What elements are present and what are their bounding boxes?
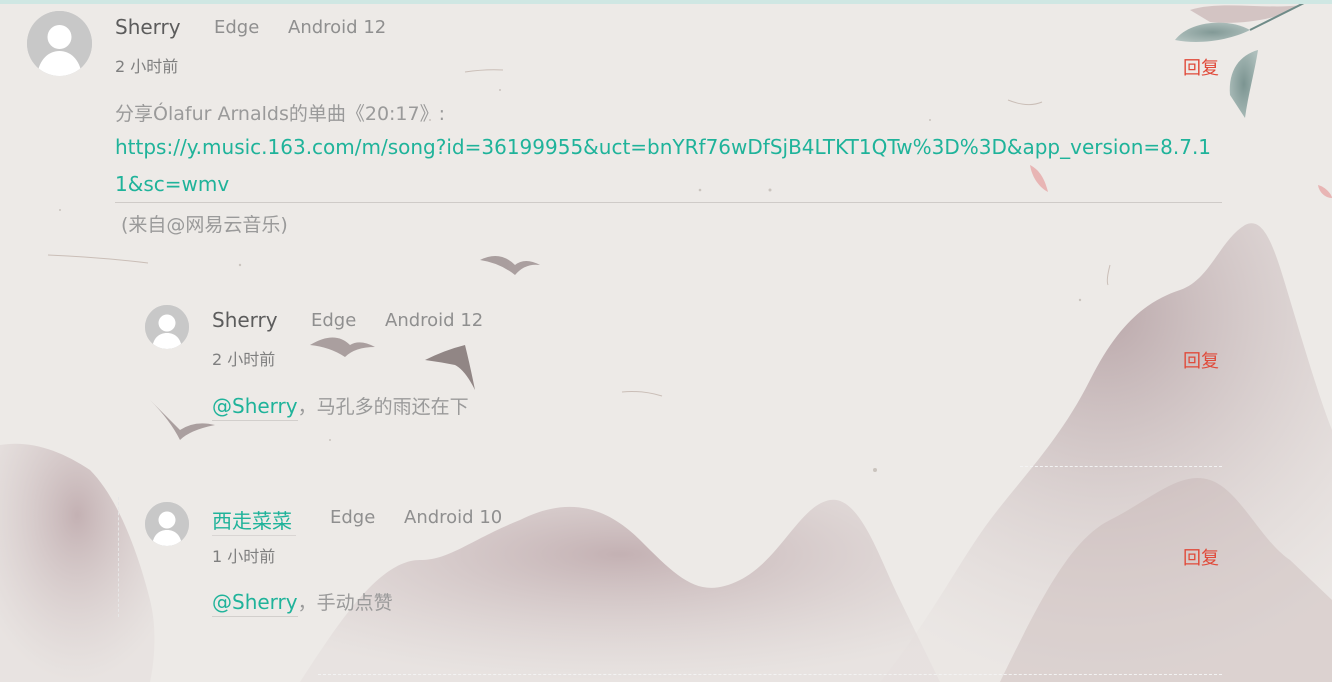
comment-body: ，马孔多的雨还在下: [297, 396, 469, 418]
avatar-placeholder-icon: [145, 502, 189, 546]
comment-1: Sherry Edge Android 12 2 小时前 回复 分享Ólafur…: [0, 0, 1332, 250]
avatar-placeholder-icon: [145, 305, 189, 349]
comment-time: 2 小时前: [212, 350, 276, 369]
song-link-line-2[interactable]: 1&sc=wmv: [115, 172, 229, 196]
thread-line: [118, 497, 119, 617]
reply-divider: [1020, 466, 1222, 467]
comment-text: @Sherry，马孔多的雨还在下: [212, 392, 469, 421]
reply-button[interactable]: 回复: [1183, 54, 1219, 80]
author-name[interactable]: 西走菜菜: [212, 505, 292, 534]
mention-link[interactable]: @Sherry: [212, 590, 298, 617]
comment-time: 1 小时前: [212, 547, 276, 566]
link-underline: [115, 202, 1222, 203]
source-text: (来自@网易云音乐): [121, 214, 288, 236]
share-text: 分享Ólafur Arnalds的单曲《20:17》:: [115, 103, 446, 125]
comment-body: ，手动点赞: [297, 592, 393, 614]
browser-label: Edge: [330, 507, 376, 528]
browser-label: Edge: [311, 310, 357, 331]
reply-button[interactable]: 回复: [1183, 544, 1219, 570]
author-underline: [212, 535, 296, 536]
avatar[interactable]: [27, 11, 92, 76]
comment-2: Sherry Edge Android 12 2 小时前 回复 @Sherry，…: [0, 290, 1332, 475]
comment-text: @Sherry，手动点赞: [212, 588, 393, 617]
author-name[interactable]: Sherry: [115, 15, 181, 39]
avatar[interactable]: [145, 305, 189, 349]
avatar-placeholder-icon: [27, 11, 92, 76]
reply-button[interactable]: 回复: [1183, 347, 1219, 373]
avatar[interactable]: [145, 502, 189, 546]
comment-time: 2 小时前: [115, 57, 179, 76]
os-label: Android 10: [404, 507, 503, 528]
os-label: Android 12: [288, 17, 387, 38]
song-link-line-1[interactable]: https://y.music.163.com/m/song?id=361999…: [115, 135, 1211, 159]
comment-3: 西走菜菜 Edge Android 10 1 小时前 回复 @Sherry，手动…: [0, 487, 1332, 682]
browser-label: Edge: [214, 17, 260, 38]
reply-divider: [318, 674, 1222, 675]
os-label: Android 12: [385, 310, 484, 331]
author-name[interactable]: Sherry: [212, 308, 278, 332]
mention-link[interactable]: @Sherry: [212, 394, 298, 421]
